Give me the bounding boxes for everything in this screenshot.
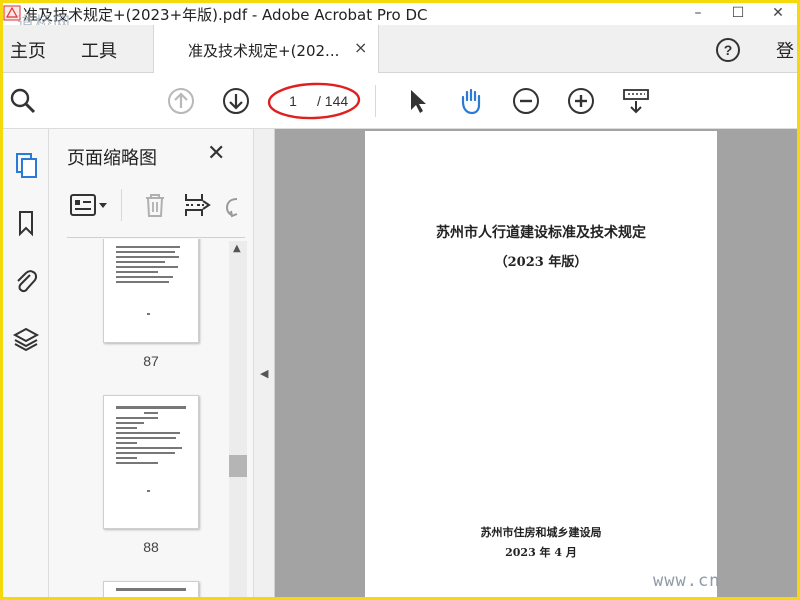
document-subtitle: （2023 年版） [494,255,588,270]
extract-pages-icon[interactable] [183,191,211,219]
footer-watermark: www.cn [653,571,721,591]
delete-icon[interactable] [141,191,169,219]
page-number-input[interactable] [275,88,311,114]
collapse-arrow-icon: ◀ [260,367,269,380]
window-title: 准及技术规定+(2023+年版).pdf - Adobe Acrobat Pro… [23,6,428,24]
close-window-button[interactable]: ✕ [763,3,793,25]
maximize-button[interactable]: ☐ [723,3,753,25]
scrollbar-thumb[interactable] [229,455,247,477]
svg-text:?: ? [724,42,733,58]
zoom-out-icon[interactable] [512,87,540,115]
page-up-icon[interactable] [167,87,195,115]
thumbnail-list: 87 88 [67,239,229,597]
minimize-button[interactable]: – [683,3,713,25]
bookmark-icon[interactable] [12,209,40,237]
page-total: / 144 [317,93,349,109]
keyboard-icon[interactable] [622,87,650,115]
scroll-up-icon[interactable]: ▲ [233,243,241,254]
app-window: 准及技术规定+(2023+年版).pdf - Adobe Acrobat Pro… [3,3,797,597]
tab-home[interactable]: 主页 [10,37,46,63]
page-number-box: / 144 [273,88,369,114]
title-bar: 准及技术规定+(2023+年版).pdf - Adobe Acrobat Pro… [3,3,797,34]
zoom-in-icon[interactable] [567,87,595,115]
page-down-icon[interactable] [222,87,250,115]
toolbar-separator [375,85,376,117]
panel-title: 页面缩略图 [67,148,157,169]
document-tab-label: 准及技术规定+(202... [188,42,340,60]
thumbnail-page-89[interactable] [103,581,199,597]
rotate-icon[interactable] [223,191,239,219]
thumbnail-page-87[interactable] [103,239,199,343]
thumbnails-panel: 页面缩略图 ✕ 87 88 ▲ [49,129,253,597]
hand-icon[interactable] [457,87,485,115]
thumbnail-page-number: 87 [143,353,159,369]
thumbnail-options-icon[interactable] [69,191,109,219]
panel-toolbar [65,185,253,229]
layers-icon[interactable] [12,325,40,353]
panel-collapse-handle[interactable]: ◀ [253,129,275,597]
page-thumbnails-icon[interactable] [12,151,40,179]
pdf-page: 苏州市人行道建设标准及技术规定 （2023 年版） 苏州市住房和城乡建设局 20… [365,131,717,597]
panel-divider [67,237,245,238]
thumbnail-page-number: 88 [143,539,159,555]
left-rail [3,129,49,597]
document-title: 苏州市人行道建设标准及技术规定 [436,225,646,241]
document-date: 2023 年 4 月 [505,546,577,559]
close-tab-button[interactable]: × [354,38,367,57]
tab-tools[interactable]: 工具 [81,37,117,63]
select-arrow-icon[interactable] [403,87,431,115]
tab-document[interactable]: 准及技术规定+(202... × [153,25,379,73]
panel-toolbar-separator [121,189,122,221]
document-issuer: 苏州市住房和城乡建设局 [480,526,602,539]
tab-bar: 主页 工具 准及技术规定+(202... × ? 登 [3,25,797,73]
search-icon[interactable] [9,87,37,115]
thumbnail-page-88[interactable] [103,395,199,529]
login-button[interactable]: 登 [776,37,794,63]
attachment-icon[interactable] [12,267,40,295]
panel-close-button[interactable]: ✕ [207,141,225,166]
document-view[interactable]: 苏州市人行道建设标准及技术规定 （2023 年版） 苏州市住房和城乡建设局 20… [275,129,797,597]
toolbar: / 144 [3,73,797,129]
thumbnail-scrollbar[interactable]: ▲ [229,241,247,597]
help-icon[interactable]: ? [715,37,741,63]
